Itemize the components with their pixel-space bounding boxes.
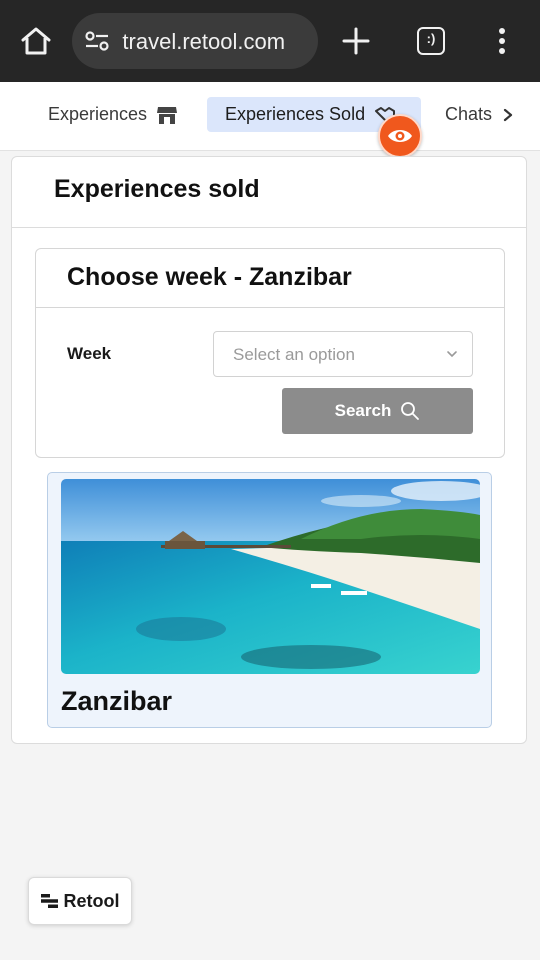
destination-card[interactable]: Zanzibar: [47, 472, 492, 728]
select-placeholder: Select an option: [233, 345, 355, 364]
form-title: Choose week - Zanzibar: [67, 263, 352, 291]
app-navigation: Experiences Experiences Sold Chats: [0, 82, 540, 151]
retool-badge[interactable]: Retool: [28, 877, 132, 925]
destination-name: Zanzibar: [61, 686, 173, 716]
beach-photo: [61, 479, 480, 674]
page-title: Experiences sold: [54, 175, 260, 203]
search-icon: [401, 402, 420, 420]
preview-fab[interactable]: [378, 114, 422, 158]
chevron-right-icon[interactable]: [501, 107, 515, 123]
week-label: Week: [67, 344, 112, 363]
chevron-down-icon: [447, 351, 457, 358]
nav-tab-experiences[interactable]: Experiences: [48, 97, 178, 132]
search-button[interactable]: Search: [282, 388, 473, 434]
choose-week-form: Choose week - Zanzibar Week Select an op…: [35, 248, 505, 458]
form-header: Choose week - Zanzibar: [36, 249, 504, 308]
retool-badge-label: Retool: [63, 890, 120, 911]
site-settings-icon[interactable]: [84, 30, 110, 52]
home-icon[interactable]: [20, 26, 52, 56]
retool-logo-icon: [40, 894, 58, 908]
nav-tab-label: Chats: [445, 104, 493, 124]
nav-tab-chats[interactable]: Chats: [445, 97, 515, 132]
url-text[interactable]: travel.retool.com: [118, 29, 312, 55]
tab-switcher-button[interactable]: :): [417, 27, 445, 55]
tab-switcher-glyph: :): [426, 31, 436, 46]
new-tab-icon[interactable]: [341, 26, 371, 56]
week-select[interactable]: Select an option: [213, 331, 473, 377]
address-bar[interactable]: travel.retool.com: [72, 13, 318, 69]
nav-tab-label: Experiences: [48, 104, 148, 124]
destination-image[interactable]: [61, 479, 480, 674]
experiences-sold-container: Experiences sold Choose week - Zanzibar …: [11, 156, 527, 744]
more-menu-icon[interactable]: [496, 27, 508, 55]
search-button-label: Search: [334, 401, 392, 420]
nav-tab-label: Experiences Sold: [225, 104, 366, 124]
browser-toolbar: travel.retool.com :): [0, 0, 540, 82]
eye-icon: [388, 130, 412, 142]
container-header: Experiences sold: [12, 157, 526, 228]
store-icon: [157, 106, 178, 124]
